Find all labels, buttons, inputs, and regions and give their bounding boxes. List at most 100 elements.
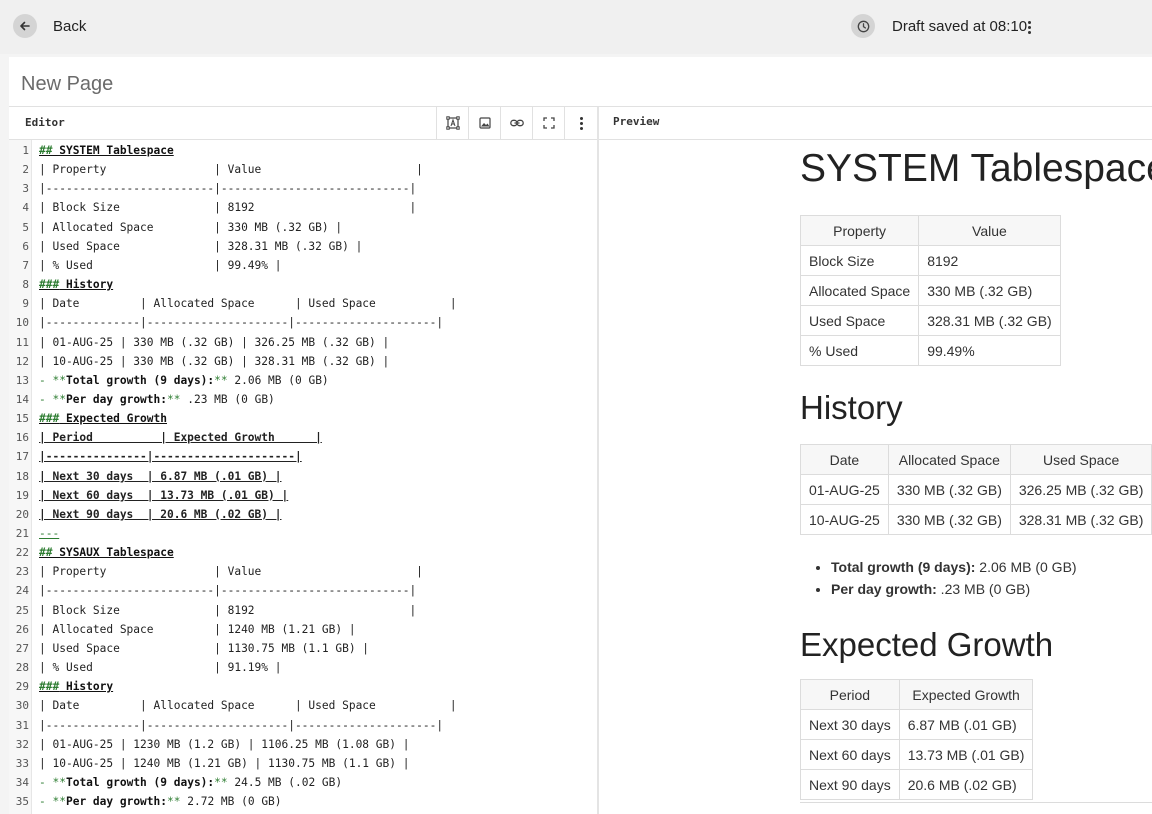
code-line: | Used Space | 328.31 MB (.32 GB) | (39, 240, 362, 253)
code-line: |--------------|---------------------|--… (39, 719, 443, 732)
table-row: Used Space 328.31 MB (.32 GB) (799, 305, 1061, 336)
code-editor[interactable]: 1 2 3 4 5 6 7 8 9 10 11 12 13 14 15 16 17 18 19 20 21 22 23 24 2… (9, 140, 597, 814)
code-segment: |--------------|---------------------|--… (39, 718, 444, 732)
line-number: 30 (15, 699, 29, 713)
code-line: | Property | Value | (39, 163, 423, 176)
code-segment: ### (39, 412, 60, 426)
code-line: | 01-AUG-25 | 330 MB (.32 GB) | 326.25 M… (39, 336, 389, 349)
top-bar: Back Draft saved at 08:10 (0, 0, 1152, 54)
code-segment: | Next 30 days | 6.87 MB (.01 GB) | (39, 469, 282, 483)
code-segment: | 10-AUG-25 | 330 MB (.32 GB) | 328.31 M… (39, 354, 390, 368)
code-segment: | Next 60 days | 13.73 MB (.01 GB) | (39, 488, 289, 502)
line-number-gutter: 1 2 3 4 5 6 7 8 9 10 11 12 13 14 15 16 17 18 19 20 21 22 23 24 2… (9, 140, 32, 814)
code-segment: ** (167, 392, 181, 406)
link-icon[interactable] (500, 107, 533, 139)
code-segment: ** (52, 392, 66, 406)
code-segment: | Property | Value | (39, 163, 423, 177)
editor-pane: Editor 1 2 3 4 5 6 7 8 9 10 11 12 13 14 15 16 17 18 19 20 21… (9, 107, 599, 814)
code-line: - **Total growth (9 days):** 2.06 MB (0 … (39, 374, 329, 387)
table-row: Allocated Space 330 MB (.32 GB) (799, 275, 1061, 306)
line-number: 20 (15, 507, 29, 521)
code-segment: | Period | Expected Growth | (39, 431, 322, 445)
system-property-table: Property Value Block Size 8192 Allocated Spa… (799, 215, 1061, 366)
line-number: 17 (15, 450, 29, 464)
code-segment: ### (39, 278, 60, 292)
code-segment: | Date | Allocated Space | Used Space | (39, 297, 457, 311)
code-segment: | % Used | 91.19% | (39, 661, 282, 675)
code-line: ### History (39, 278, 113, 291)
code-segment: - (39, 392, 53, 406)
code-segment: SYSTEM Tablespace (52, 144, 174, 157)
code-line: | Block Size | 8192 | (39, 604, 416, 617)
line-number: 12 (15, 354, 29, 368)
preview-label: Preview (613, 115, 660, 128)
table-row: 01-AUG-25 330 MB (.32 GB) 326.25 MB (.32 G… (800, 474, 1152, 505)
table-header-cell: Used Space (1009, 444, 1152, 475)
line-number: 29 (15, 680, 29, 694)
image-icon[interactable] (468, 107, 501, 139)
diagram-icon[interactable] (436, 107, 469, 139)
code-line: | Allocated Space | 330 MB (.32 GB) | (39, 221, 342, 234)
table-cell: Next 90 days (800, 769, 900, 800)
code-segment: | Used Space | 328.31 MB (.32 GB) | (39, 239, 363, 253)
table-cell: 99.49% (918, 335, 1061, 366)
line-number: 4 (22, 201, 29, 215)
line-number: 27 (15, 641, 29, 655)
code-line: |-------------------------|-------------… (39, 584, 416, 597)
code-line: | Block Size | 8192 | (39, 201, 416, 214)
more-vertical-icon[interactable] (564, 107, 597, 139)
code-segment: Total growth (9 days): (65, 373, 215, 387)
table-row: % Used 99.49% (799, 335, 1061, 366)
table-cell: 326.25 MB (.32 GB) (1009, 474, 1152, 505)
more-vertical-icon[interactable] (1023, 17, 1035, 37)
code-line: |-------------------------|-------------… (39, 182, 416, 195)
list-item-value: .23 MB (0 GB) (936, 581, 1031, 597)
code-line: - **Total growth (9 days):** 24.5 MB (.0… (39, 776, 342, 789)
code-segment: 2.72 MB (0 GB) (180, 795, 282, 809)
line-number: 32 (15, 737, 29, 751)
page-title-input[interactable]: New Page (21, 73, 113, 96)
line-number: 23 (15, 565, 29, 579)
list-item: Total growth (9 days): 2.06 MB (0 GB) (831, 556, 1077, 578)
table-row: 10-AUG-25 330 MB (.32 GB) 328.31 MB (.32 G… (800, 504, 1152, 535)
code-segment: ** (52, 373, 66, 387)
code-segment: History (59, 278, 114, 292)
line-number: 22 (15, 546, 29, 560)
code-segment: | Block Size | 8192 | (39, 201, 417, 215)
line-number: 2 (22, 163, 29, 177)
line-number: 10 (15, 316, 29, 330)
code-line: ### Expected Growth (39, 412, 167, 425)
line-number: 1 (22, 144, 29, 157)
code-segment: ## (39, 144, 53, 157)
back-button[interactable]: Back (53, 18, 86, 35)
code-segment: | % Used | 99.49% | (39, 258, 282, 272)
code-line: |--------------|---------------------|--… (39, 316, 443, 329)
code-segment: ## (39, 546, 53, 560)
code-segment: Total growth (9 days): (65, 775, 215, 789)
code-segment: Per day growth: (65, 795, 168, 809)
arrow-left-icon[interactable] (13, 14, 37, 38)
table-header-cell: Period (800, 679, 900, 710)
table-cell: Next 60 days (800, 739, 900, 770)
line-number: 7 (22, 258, 29, 272)
line-number: 24 (15, 584, 29, 598)
code-segment: | Date | Allocated Space | Used Space | (39, 699, 457, 713)
fullscreen-icon[interactable] (532, 107, 565, 139)
code-line: | Next 60 days | 13.73 MB (.01 GB) | (39, 489, 288, 502)
table-row: Next 60 days 13.73 MB (.01 GB) (800, 739, 1034, 770)
table-row: Next 90 days 20.6 MB (.02 GB) (800, 769, 1034, 800)
page-panel: New Page Editor 1 2 3 4 5 6 7 8 9 10 11 12 13 14 15 16 1… (9, 57, 1152, 814)
table-cell: 13.73 MB (.01 GB) (898, 739, 1034, 770)
code-segment: |--------------|---------------------|--… (39, 316, 444, 330)
list-item-label: Per day growth: (831, 581, 937, 597)
horizontal-rule (800, 802, 1152, 803)
line-number: 31 (15, 718, 29, 732)
line-number: 14 (15, 392, 29, 406)
code-segment: | 01-AUG-25 | 1230 MB (1.2 GB) | 1106.25… (39, 737, 410, 751)
clock-icon (851, 14, 875, 38)
table-cell: 10-AUG-25 (800, 504, 889, 535)
list-item: Per day growth: .23 MB (0 GB) (831, 578, 1077, 600)
code-line: | Period | Expected Growth | (39, 431, 322, 444)
code-segment: SYSAUX Tablespace (52, 546, 174, 560)
line-number: 26 (15, 622, 29, 636)
